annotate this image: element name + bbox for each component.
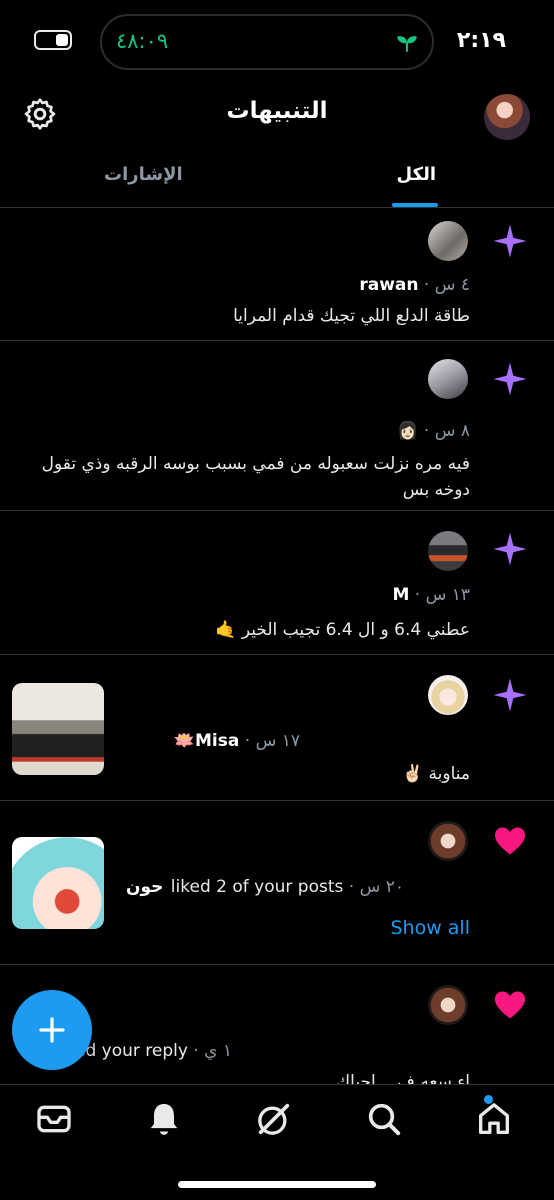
avatar[interactable] — [428, 821, 468, 861]
heart-icon — [495, 991, 525, 1019]
show-all-link[interactable]: Show all — [390, 917, 470, 939]
time-label: ٤ س — [434, 275, 470, 295]
clock: ٢:١٩ — [456, 28, 506, 53]
tab-bar: الإشارات الكل — [0, 148, 554, 208]
home-indicator — [178, 1181, 376, 1188]
sparkle-icon — [493, 532, 527, 566]
like-action: liked 2 of your posts — [170, 877, 344, 897]
user-emoji: 👩🏻 — [397, 421, 419, 441]
time-label: ١٧ س — [255, 731, 300, 751]
tab-mentions[interactable]: الإشارات — [104, 164, 183, 185]
home-icon[interactable] — [474, 1099, 514, 1139]
grok-icon[interactable] — [254, 1099, 294, 1139]
new-content-dot — [484, 1095, 493, 1104]
bell-icon[interactable] — [144, 1099, 184, 1139]
time-label: ٨ س — [434, 421, 470, 441]
notification-item[interactable]: ١٧ س · Misa🪷 مناوبة ✌🏻 — [0, 655, 554, 801]
heart-icon — [495, 827, 525, 855]
avatar[interactable] — [428, 221, 468, 261]
leaf-icon — [397, 36, 417, 52]
user-name[interactable]: rawan — [359, 275, 418, 295]
avatar[interactable] — [428, 359, 468, 399]
post-text: اء سعه ف... إحياك — [336, 1072, 470, 1084]
mail-icon[interactable] — [34, 1099, 74, 1139]
post-text: مناوبة ✌🏻 — [401, 764, 470, 784]
media-thumbnail[interactable] — [12, 683, 104, 775]
search-icon[interactable] — [364, 1099, 404, 1139]
time-label: ١ ي — [204, 1041, 232, 1061]
like-action: ed your reply — [74, 1041, 188, 1061]
time-label: ٢٠ س — [359, 877, 404, 897]
sparkle-icon — [493, 362, 527, 396]
user-name[interactable]: M — [392, 585, 409, 605]
post-text: فيه مره نزلت سعبوله من فمي بسبب بوسه الر… — [41, 454, 470, 500]
post-text: طاقة الدلع اللي تجيك قدام المرايا — [233, 306, 470, 326]
time-label: ١٣ س — [425, 585, 470, 605]
compose-button[interactable] — [12, 990, 92, 1070]
dynamic-island[interactable]: ٤٨:٠٩ — [100, 14, 434, 70]
notification-item[interactable]: ١٣ س · M عطني 6.4 و ال 6.4 تجيب الخير 🤙 — [0, 511, 554, 655]
sparkle-icon — [493, 678, 527, 712]
user-name[interactable]: Misa🪷 — [174, 731, 240, 751]
tab-all[interactable]: الكل — [397, 164, 436, 185]
sparkle-icon — [493, 224, 527, 258]
activity-timer: ٤٨:٠٩ — [116, 29, 169, 53]
active-tab-indicator — [392, 203, 438, 207]
media-thumbnail[interactable] — [12, 837, 104, 929]
top-header: التنبيهات — [0, 84, 554, 148]
notification-item[interactable]: ٨ س · 👩🏻 فيه مره نزلت سعبوله من فمي بسبب… — [0, 341, 554, 511]
avatar[interactable] — [428, 985, 468, 1025]
plus-icon — [39, 1017, 65, 1043]
status-bar: ٤٨:٠٩ ٢:١٩ — [0, 0, 554, 80]
avatar[interactable] — [428, 531, 468, 571]
notification-item[interactable]: ٤ س · rawan طاقة الدلع اللي تجيك قدام ال… — [0, 209, 554, 341]
user-name[interactable]: حون — [126, 877, 163, 897]
bottom-navigation — [0, 1084, 554, 1200]
profile-avatar[interactable] — [484, 94, 530, 140]
avatar[interactable] — [428, 675, 468, 715]
battery-icon — [34, 30, 72, 50]
post-text: عطني 6.4 و ال 6.4 تجيب الخير 🤙 — [215, 620, 470, 640]
page-title: التنبيهات — [226, 98, 328, 124]
notification-item[interactable]: ٢٠ س · liked 2 of your posts حون Show al… — [0, 801, 554, 965]
